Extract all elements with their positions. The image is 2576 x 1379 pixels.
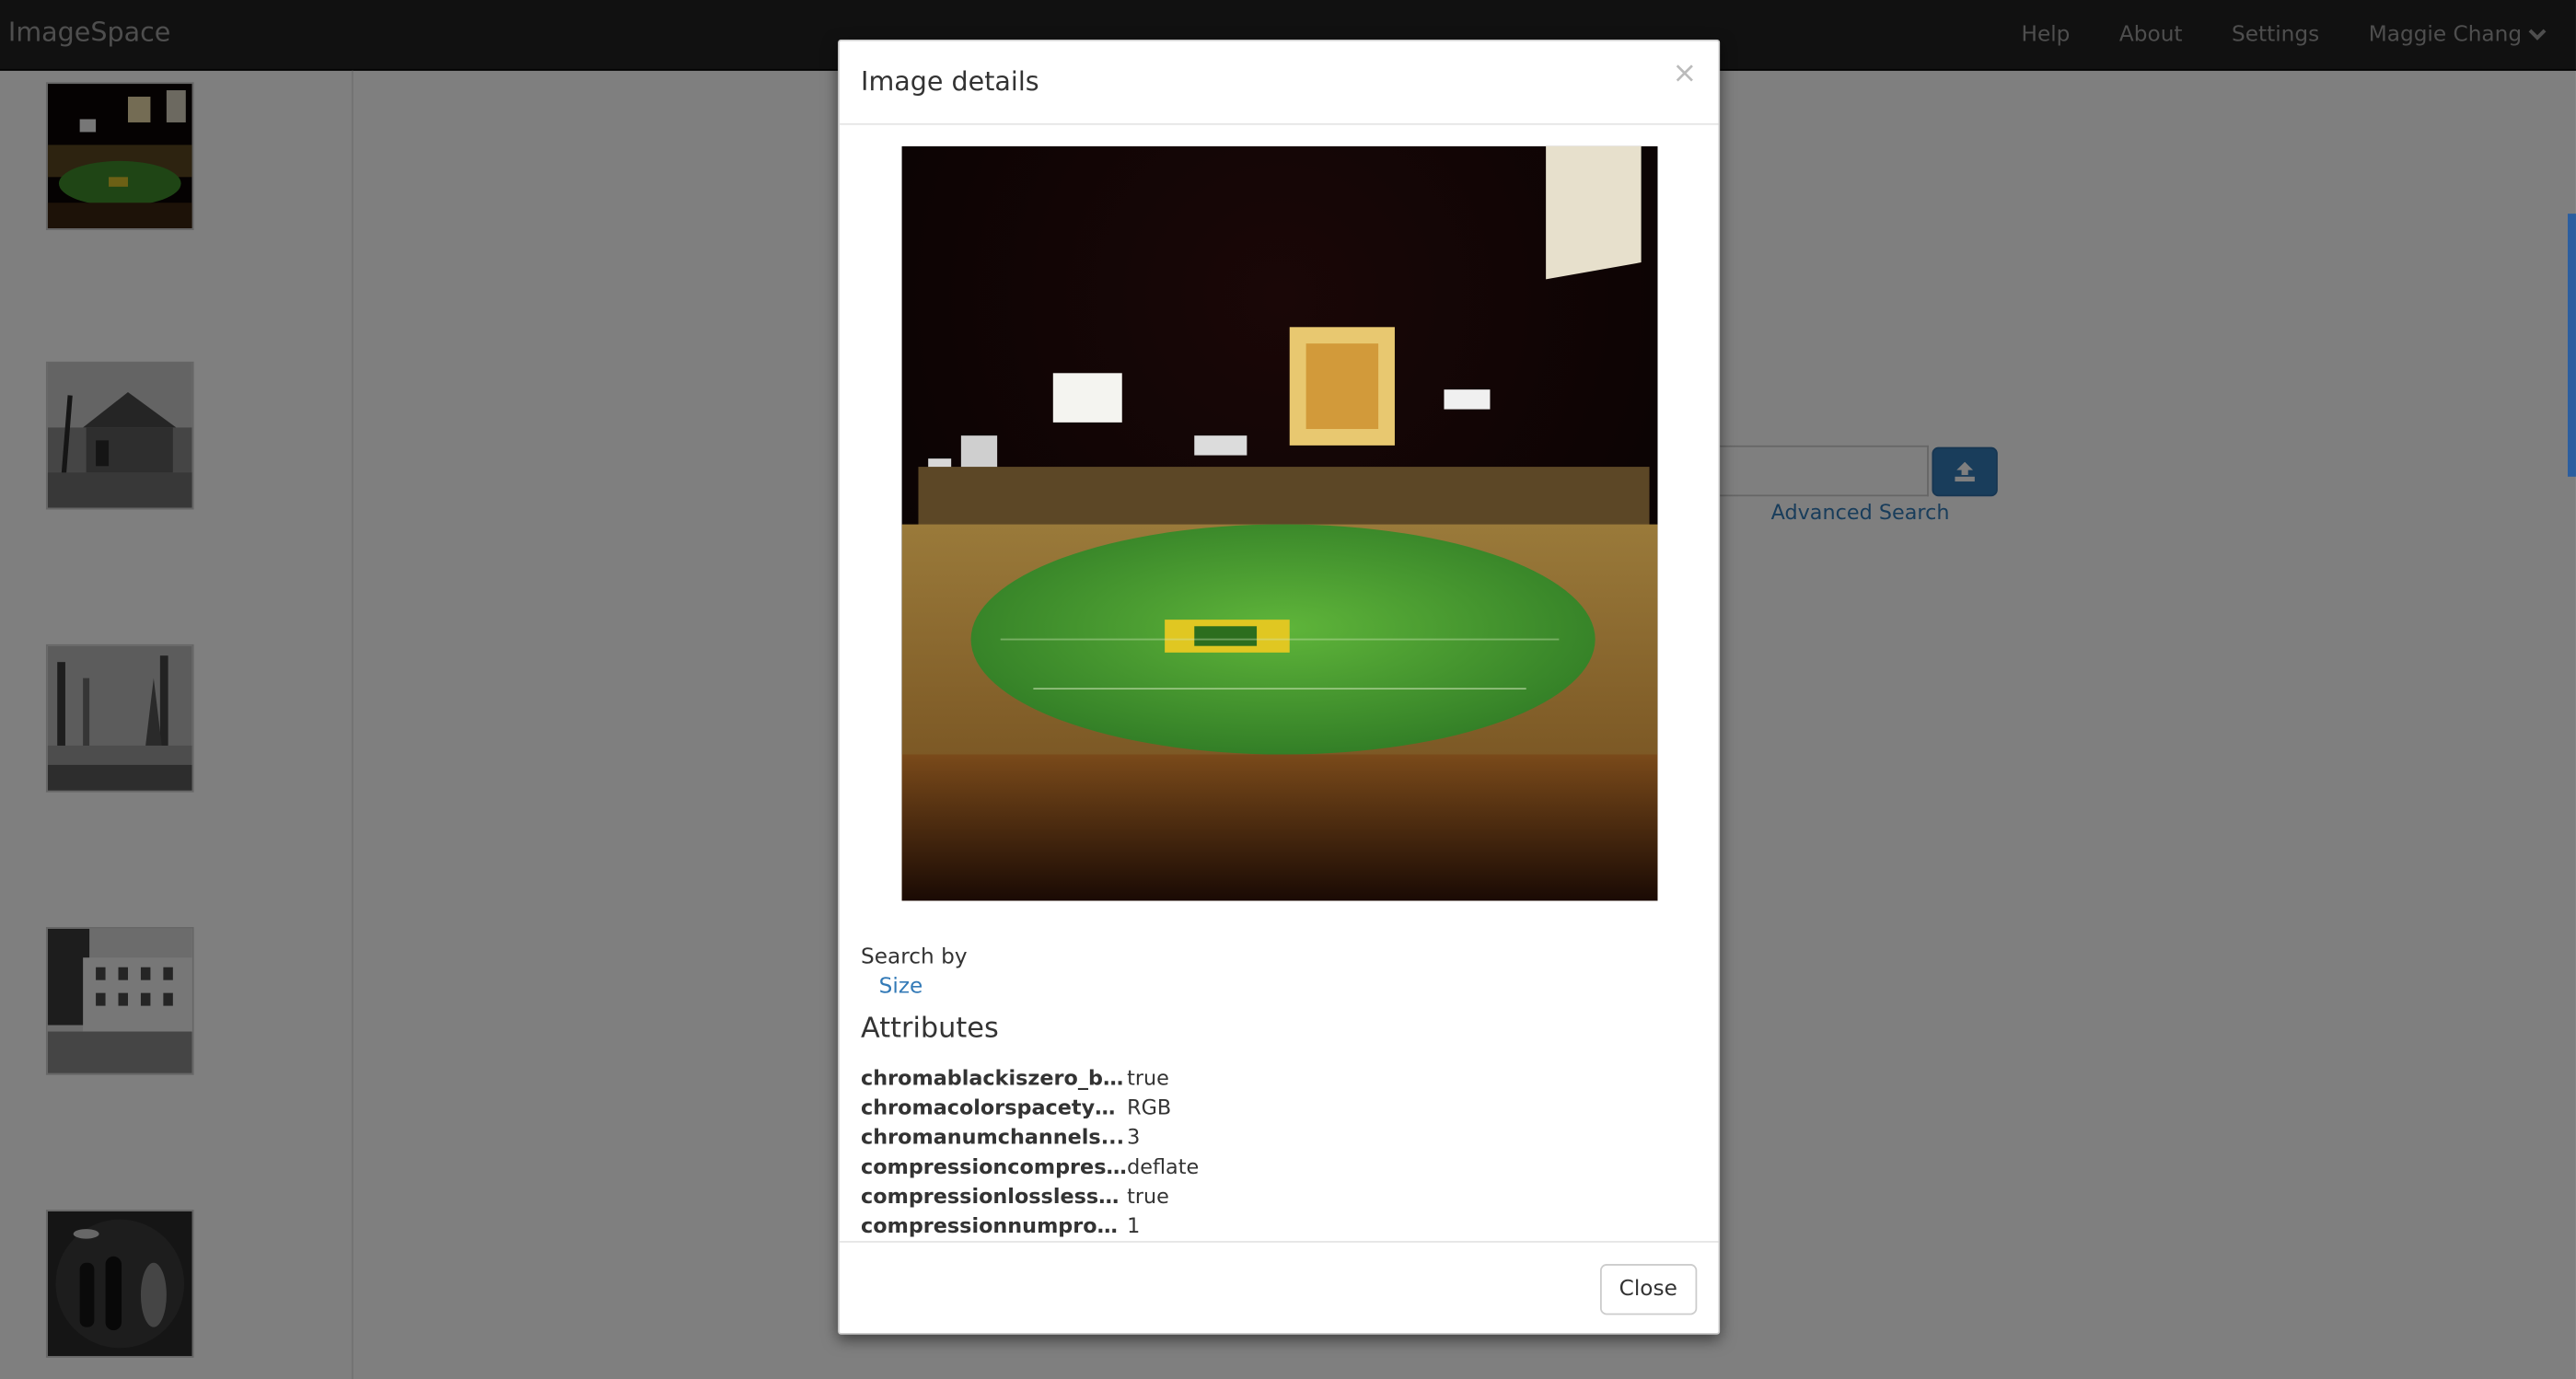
attribute-value: true	[1127, 1182, 1169, 1208]
modal-footer: Close	[839, 1241, 1719, 1335]
attribute-row: chromablackiszero_b_... true	[861, 1061, 1199, 1091]
attribute-value: deflate	[1127, 1153, 1200, 1178]
modal-title: Image details	[861, 65, 1039, 98]
image-preview	[901, 145, 1658, 901]
modal-body: Search by Size Attributes chromablackisz…	[840, 126, 1719, 1241]
attribute-value: 1	[1127, 1211, 1141, 1237]
attribute-row: chromacolorspacetyp... RGB	[861, 1092, 1199, 1121]
attribute-value: 3	[1127, 1123, 1141, 1149]
attribute-value: RGB	[1127, 1094, 1172, 1119]
attribute-key: chromanumchannels...	[861, 1123, 1125, 1149]
attributes-table: chromablackiszero_b_... true chromacolor…	[861, 1061, 1199, 1239]
attribute-key: compressionnumprog...	[861, 1211, 1128, 1237]
scrollbar-edge	[2568, 214, 2576, 477]
attribute-value: true	[1127, 1064, 1169, 1089]
close-button[interactable]: Close	[1599, 1264, 1698, 1315]
attribute-key: compressioncompres...	[861, 1153, 1128, 1178]
close-icon[interactable]: ×	[1672, 57, 1697, 90]
attribute-row: chromanumchannels... 3	[861, 1121, 1199, 1151]
attribute-row: compressionlossless_... true	[861, 1180, 1199, 1210]
image-details-modal: Image details × Search by Size Attribute…	[838, 39, 1721, 1335]
search-by-size-link[interactable]: Size	[879, 975, 923, 1000]
attribute-row: compressioncompres... deflate	[861, 1151, 1199, 1180]
attribute-key: chromablackiszero_b_...	[861, 1064, 1128, 1089]
attributes-heading: Attributes	[861, 1012, 999, 1046]
search-by-label: Search by	[861, 944, 968, 970]
attribute-key: chromacolorspacetyp...	[861, 1094, 1128, 1119]
attribute-key: compressionlossless_...	[861, 1182, 1128, 1208]
modal-header: Image details ×	[839, 41, 1719, 125]
attribute-row: compressionnumprog... 1	[861, 1210, 1199, 1239]
